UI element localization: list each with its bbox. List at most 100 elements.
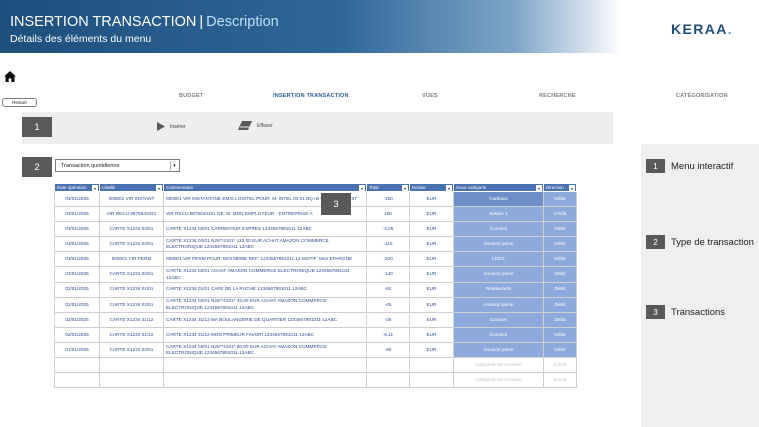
table-row[interactable]: 03/01/2025 000001 VIR INSTANT 000001 VIR I… [54, 190, 577, 208]
cell-total: -110 [366, 236, 410, 253]
filter-dropdown-icon[interactable]: ▾ [359, 185, 365, 191]
legend-badge: 1 [646, 159, 665, 173]
cell-date: 03/01/2025 [54, 251, 100, 268]
cell-devise: EUR [409, 236, 454, 253]
table-row[interactable]: 02/01/2025 CARTE X1234 31/12 CARTE X1234 3… [54, 326, 577, 343]
cell-devise [409, 372, 454, 389]
cell-sous-categorie[interactable]: Cadeaux [453, 190, 544, 208]
cell-total [366, 357, 410, 374]
cell-devise: EUR [409, 251, 454, 268]
cell-direction: Débit [543, 236, 577, 253]
cell-libelle: CARTE X1234 02/01 [99, 341, 164, 359]
legend-panel: 1 Menu interactif 2 Type de transaction … [641, 144, 759, 427]
table-row[interactable]: 03/01/2025 VIR RECU 9876543321 VIR RECU 98… [54, 206, 577, 223]
filter-dropdown-icon[interactable]: ▾ [402, 185, 408, 191]
legend-badge: 3 [646, 305, 665, 319]
filter-dropdown-icon[interactable]: ▾ [569, 185, 575, 191]
cell-date: 03/01/2025 [54, 190, 100, 208]
column-header-date[interactable]: Date opération ▾ [54, 183, 100, 192]
cell-sous-categorie[interactable]: LDDS [453, 251, 544, 268]
filter-dropdown-icon[interactable]: ▾ [156, 185, 162, 191]
cell-libelle: VIR RECU 9876543321 [99, 206, 164, 223]
cell-date: 02/01/2025 [54, 326, 100, 343]
cell-devise: EUR [409, 266, 454, 283]
table-row[interactable]: Catégorie non trouvée Crédit [54, 357, 577, 374]
cell-libelle: CARTE X1234 31/12 [99, 326, 164, 343]
cell-sous-categorie[interactable]: Catégorie non trouvée [453, 372, 544, 389]
cell-sous-categorie[interactable]: Amazon prime [453, 296, 544, 313]
cell-devise: EUR [409, 311, 454, 328]
cell-date: 03/01/2025 [54, 221, 100, 238]
nav-budget[interactable]: BUDGET [179, 93, 203, 99]
filter-dropdown-icon[interactable]: ▾ [536, 185, 542, 191]
table-row[interactable]: 02/01/2025 CARTE X1234 02/01 CARTE X1234 0… [54, 296, 577, 313]
column-header-libelle[interactable]: Libellé ▾ [99, 183, 164, 192]
cell-libelle: CARTE X1234 01/01 [99, 281, 164, 298]
cell-total: -26 [366, 311, 410, 328]
cell-direction: Débit [543, 296, 577, 313]
column-header-total[interactable]: Total ▾ [366, 183, 410, 192]
header-banner: INSERTION TRANSACTION | Description Détail… [0, 0, 759, 53]
cell-sous-categorie[interactable]: Courses [453, 221, 544, 238]
cell-total: -150 [366, 190, 410, 208]
cell-sous-categorie[interactable]: Courses [453, 326, 544, 343]
cell-commentaire: CARTE X1234 31/12 MA BOULANGERIE DE QUAR… [163, 311, 367, 328]
cell-libelle: CARTE X1234 02/01 [99, 296, 164, 313]
column-header-sous-categorie[interactable]: Sous-catégorie ▾ [453, 183, 544, 192]
insert-label: Insérer [170, 123, 186, 130]
cell-libelle [99, 372, 164, 389]
legend-item-type: 2 Type de transaction [646, 235, 754, 249]
filter-dropdown-icon[interactable]: ▾ [92, 185, 98, 191]
column-header-commentaire[interactable]: Commentaire ▾ [163, 183, 367, 192]
cell-devise: EUR [409, 326, 454, 343]
cell-libelle: 000001 VIR PERM [99, 251, 164, 268]
cell-devise: EUR [409, 221, 454, 238]
cell-sous-categorie[interactable]: Catégorie non trouvée [453, 357, 544, 374]
cell-total: -6,11 [366, 326, 410, 343]
cell-devise: EUR [409, 341, 454, 359]
cell-date: 02/01/2025 [54, 311, 100, 328]
table-row[interactable]: 03/01/2025 CARTE X1234 02/01 CARTE X1234 0… [54, 221, 577, 238]
cell-direction: Débit [543, 221, 577, 238]
cell-sous-categorie[interactable]: Amazon prime [453, 266, 544, 283]
delete-button[interactable]: Effacer [238, 121, 273, 130]
nav-vues[interactable]: VUES [422, 93, 438, 99]
cell-date: 03/01/2025 [54, 236, 100, 253]
table-row[interactable]: 03/01/2025 CARTE X1234 02/01 CARTE X1234 0… [54, 266, 577, 283]
legend-label: Type de transaction [671, 236, 754, 248]
insert-button[interactable]: Insérer [157, 122, 186, 131]
legend-item-transactions: 3 Transactions [646, 305, 725, 319]
column-header-direction[interactable]: Direction ▾ [543, 183, 577, 192]
eraser-icon [238, 121, 252, 130]
nav-recherche[interactable]: RECHERCHE [539, 93, 576, 99]
cell-total: -4,06 [366, 221, 410, 238]
legend-label: Transactions [671, 306, 726, 318]
restart-button[interactable]: Restart [2, 98, 37, 107]
cell-sous-categorie[interactable]: Restaurants [453, 281, 544, 298]
cell-direction: Débit [543, 190, 577, 208]
cell-devise: EUR [409, 296, 454, 313]
cell-devise: EUR [409, 281, 454, 298]
cell-sous-categorie[interactable]: Amazon prime [453, 341, 544, 359]
cell-sous-categorie[interactable]: Courses [453, 311, 544, 328]
cell-libelle: CARTE X1234 02/01 [99, 266, 164, 283]
home-icon[interactable] [4, 71, 16, 82]
table-row[interactable]: Catégorie non trouvée Crédit [54, 372, 577, 389]
cell-libelle: CARTE X1234 31/12 [99, 311, 164, 328]
table-row[interactable]: 01/01/2025 CARTE X1234 02/01 CARTE X1234 0… [54, 341, 577, 359]
table-row[interactable]: 02/01/2025 CARTE X1234 31/12 CARTE X1234 3… [54, 311, 577, 328]
nav-insertion-transaction[interactable]: INSERTION TRANSACTION [273, 93, 349, 99]
transaction-type-select[interactable]: Transaction quotidienne ▾ [55, 159, 180, 172]
chevron-down-icon[interactable]: ▾ [170, 161, 178, 170]
column-header-devise[interactable]: Devise ▾ [409, 183, 454, 192]
cell-sous-categorie[interactable]: Salaire 1 [453, 206, 544, 223]
nav-categorisation[interactable]: CATÉGORISATION [676, 93, 728, 99]
cell-direction: Crédit [543, 206, 577, 223]
filter-dropdown-icon[interactable]: ▾ [446, 185, 452, 191]
table-row[interactable]: 03/01/2025 CARTE X1234 02/01 CARTE X1234 0… [54, 236, 577, 253]
table-row[interactable]: 03/01/2025 000001 VIR PERM 000001 VIR PERM… [54, 251, 577, 268]
table-row[interactable]: 02/01/2025 CARTE X1234 01/01 CARTE X1234 0… [54, 281, 577, 298]
brand-logo: KERAA. [671, 21, 733, 37]
cell-sous-categorie[interactable]: Amazon prime [453, 236, 544, 253]
cell-date: 03/01/2025 [54, 206, 100, 223]
